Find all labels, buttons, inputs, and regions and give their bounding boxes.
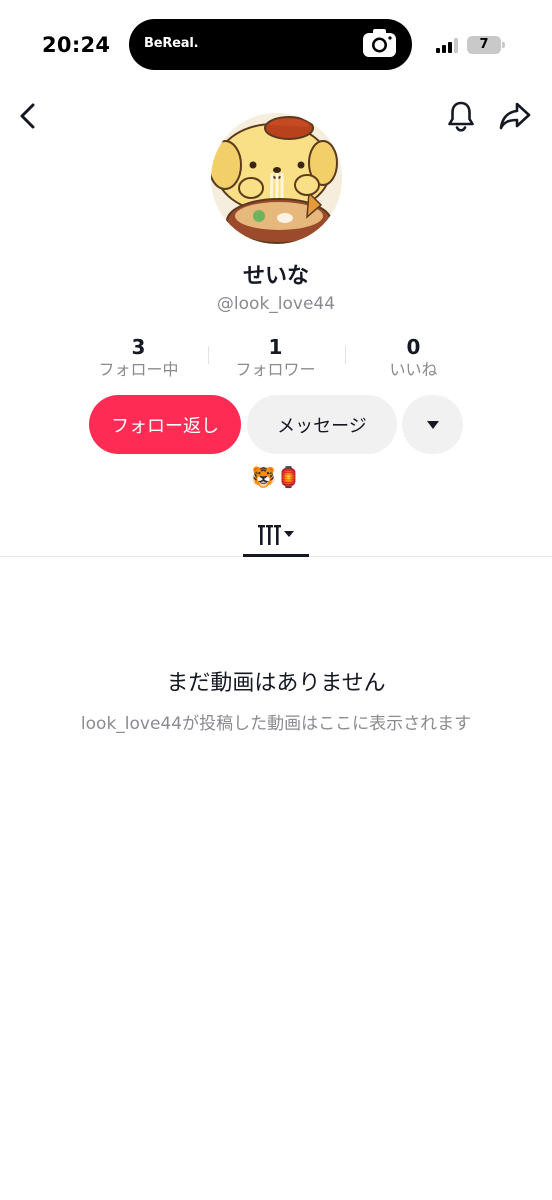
- caret-down-icon: [426, 420, 439, 429]
- follow-back-button[interactable]: フォロー返し: [89, 395, 241, 454]
- display-name: せいな: [242, 264, 309, 289]
- tab-videos[interactable]: [243, 512, 309, 557]
- dynamic-island[interactable]: BeReal.: [129, 19, 412, 70]
- status-time: 20:24: [42, 33, 111, 57]
- empty-state-subtitle: look_love44が投稿した動画はここに表示されます: [80, 714, 472, 734]
- cellular-signal-icon: [436, 38, 458, 53]
- tab-indicator: [243, 554, 309, 557]
- content-tab-bar: [0, 512, 552, 557]
- battery-tip: [502, 42, 505, 48]
- chevron-left-icon: [20, 103, 35, 129]
- stat-likes[interactable]: 0 いいね: [345, 334, 482, 380]
- share-button[interactable]: [497, 98, 533, 134]
- share-arrow-icon: [499, 102, 531, 130]
- likes-count: 0: [406, 335, 421, 359]
- profile-bio: 🐯🏮: [251, 465, 301, 489]
- profile-stats: 3 フォロー中 1 フォロワー 0 いいね: [70, 334, 482, 382]
- profile-avatar[interactable]: [211, 113, 342, 244]
- more-options-button[interactable]: [402, 395, 463, 454]
- following-count: 3: [131, 335, 146, 359]
- bell-icon: [448, 101, 474, 132]
- message-button[interactable]: メッセージ: [247, 395, 397, 454]
- notification-bell-button[interactable]: [443, 98, 479, 134]
- username: @look_love44: [216, 294, 336, 314]
- battery-level: 7: [479, 37, 489, 52]
- stat-following[interactable]: 3 フォロー中: [70, 334, 207, 380]
- island-app-name: BeReal.: [144, 36, 199, 51]
- stat-followers[interactable]: 1 フォロワー: [207, 334, 344, 380]
- grid-filter-icon: [258, 524, 294, 545]
- empty-state-title: まだ動画はありません: [166, 671, 386, 696]
- back-button[interactable]: [10, 98, 46, 134]
- following-label: フォロー中: [98, 360, 179, 379]
- avatar-illustration: [211, 113, 342, 244]
- followers-label: フォロワー: [235, 360, 316, 379]
- followers-count: 1: [268, 335, 283, 359]
- camera-icon: [363, 29, 396, 57]
- likes-label: いいね: [389, 360, 438, 379]
- battery-indicator: 7: [467, 36, 505, 54]
